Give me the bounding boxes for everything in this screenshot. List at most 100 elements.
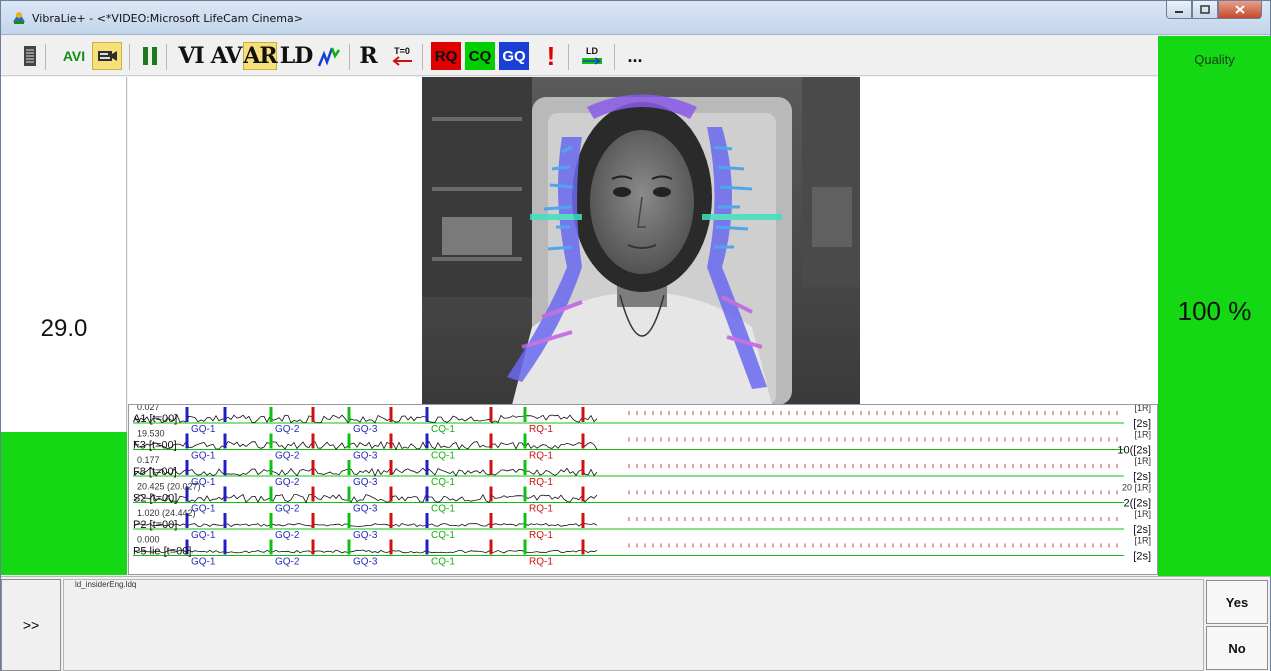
expand-button[interactable]: >> [1, 579, 61, 671]
ld-label: LD [279, 43, 314, 69]
more-button[interactable]: ... [623, 42, 647, 70]
r-label: R [359, 43, 377, 69]
window-title: VibraLie+ - <*VIDEO:Microsoft LifeCam Ci… [32, 12, 303, 25]
quality-label: Quality [1194, 52, 1235, 67]
signal-trace [134, 467, 598, 477]
vi-button[interactable]: VI [173, 42, 209, 70]
arrow-left-icon [392, 56, 412, 66]
question-marker-label: GQ-1 [191, 530, 216, 541]
question-marker-label: GQ-1 [191, 557, 216, 568]
channel-value: 20.425 (20.027) [137, 482, 201, 492]
frame-rate-value: 29.0 [40, 315, 88, 342]
toolbar: AVI VI AV AR LD R T=0 RQ CQ GQ ! LD ... [1, 36, 1158, 76]
minimize-button[interactable] [1166, 1, 1192, 19]
question-marker-label: CQ-1 [431, 557, 455, 568]
alert-button[interactable]: ! [541, 40, 561, 71]
signal-trace [134, 493, 598, 504]
channel-label: F3 [t=00] [133, 440, 177, 452]
channel-right-top: [1R] [1134, 536, 1151, 546]
reset-time-button[interactable]: T=0 [387, 42, 417, 70]
question-marker-label: GQ-1 [191, 424, 216, 435]
question-marker-label: RQ-1 [529, 530, 553, 541]
channel-value: 19.530 [137, 429, 165, 439]
maximize-icon [1200, 5, 1210, 14]
channel-scale-label: 2([2s] [1123, 498, 1151, 510]
ar-button[interactable]: AR [243, 42, 278, 70]
gq-button[interactable]: GQ [499, 42, 529, 70]
window-controls [1166, 1, 1262, 20]
question-marker-label: GQ-3 [353, 530, 378, 541]
camera-icon [98, 51, 117, 61]
no-button[interactable]: No [1206, 626, 1268, 670]
alert-label: ! [546, 40, 556, 71]
toolbar-separator [45, 44, 46, 70]
more-label: ... [627, 45, 643, 66]
question-marker-label: GQ-2 [275, 424, 300, 435]
channel-right-top: [1R] [1134, 509, 1151, 519]
channel-right-top: [1R] [1134, 456, 1151, 466]
signal-trace [134, 523, 598, 527]
question-marker-label: CQ-1 [431, 451, 455, 462]
question-marker-label: RQ-1 [529, 424, 553, 435]
question-text-area[interactable] [63, 579, 1204, 671]
graph-button[interactable] [314, 42, 344, 70]
question-marker-label: GQ-3 [353, 424, 378, 435]
channel-right-top: 20 [1R] [1122, 483, 1151, 493]
camera-button[interactable] [92, 42, 122, 70]
toolbar-separator [568, 44, 569, 70]
signal-trace [134, 549, 598, 554]
yes-button[interactable]: Yes [1206, 580, 1268, 624]
gq-label: GQ [502, 47, 526, 65]
toolbar-separator [349, 44, 350, 70]
question-marker-label: CQ-1 [431, 477, 455, 488]
maximize-button[interactable] [1192, 1, 1218, 19]
question-marker-label: GQ-2 [275, 530, 300, 541]
left-level-indicator [1, 432, 127, 575]
ld-button[interactable]: LD [278, 42, 314, 70]
quality-panel: Quality 100 % [1158, 36, 1271, 577]
channel-label: F8 [t=00] [133, 466, 177, 478]
channel-scale-label: [2s] [1133, 524, 1151, 536]
polygraph-chart: GQ-1 GQ-2 GQ-3 CQ-1 RQ-10.027A1 [t=00][1R][2… [133, 402, 1151, 568]
av-button[interactable]: AV [209, 42, 243, 70]
arrow-right-icon [582, 57, 602, 65]
question-panel: >> ld_insiderEng.ldq Yes No [1, 576, 1270, 671]
signal-trace [134, 414, 598, 424]
question-marker-label: CQ-1 [431, 424, 455, 435]
question-marker-label: GQ-3 [353, 504, 378, 515]
rq-button[interactable]: RQ [431, 42, 461, 70]
reset-time-label: T=0 [394, 46, 410, 56]
vi-label: VI [178, 43, 204, 69]
close-button[interactable] [1218, 1, 1262, 19]
avi-label: AVI [62, 48, 86, 64]
question-marker-label: CQ-1 [431, 530, 455, 541]
question-marker-label: RQ-1 [529, 477, 553, 488]
question-file-label: ld_insiderEng.ldq [75, 580, 137, 589]
app-window: VibraLie+ - <*VIDEO:Microsoft LifeCam Ci… [0, 0, 1271, 671]
quality-value: 100 % [1177, 296, 1252, 326]
pause-button[interactable] [139, 42, 161, 70]
close-icon [1235, 5, 1245, 14]
app-logo-icon [13, 12, 25, 24]
cq-button[interactable]: CQ [465, 42, 495, 70]
report-button[interactable] [21, 42, 39, 70]
video-area [128, 77, 1158, 407]
question-marker-label: GQ-3 [353, 477, 378, 488]
ld-arrow-label: LD [586, 46, 598, 56]
toolbar-separator [422, 44, 423, 70]
channel-right-top: [1R] [1134, 430, 1151, 440]
toolbar-separator [166, 44, 167, 70]
ld-arrow-button[interactable]: LD [577, 42, 607, 70]
channel-value: 0.027 [137, 405, 160, 412]
avi-button[interactable]: AVI [57, 42, 91, 70]
av-label: AV [210, 43, 243, 69]
question-marker-label: GQ-2 [275, 504, 300, 515]
channel-label: A1 [t=00] [133, 413, 177, 425]
channel-label: P2 [t=00] [133, 519, 177, 531]
toolbar-separator [614, 44, 615, 70]
ar-label: AR [243, 43, 277, 69]
polygraph-chart-panel: GQ-1 GQ-2 GQ-3 CQ-1 RQ-1 0.027 A1 [t=00] [1R] [2… [128, 402, 1158, 575]
r-button[interactable]: R [357, 42, 379, 70]
question-marker-label: GQ-2 [275, 477, 300, 488]
channel-scale-label: [2s] [1133, 551, 1151, 563]
